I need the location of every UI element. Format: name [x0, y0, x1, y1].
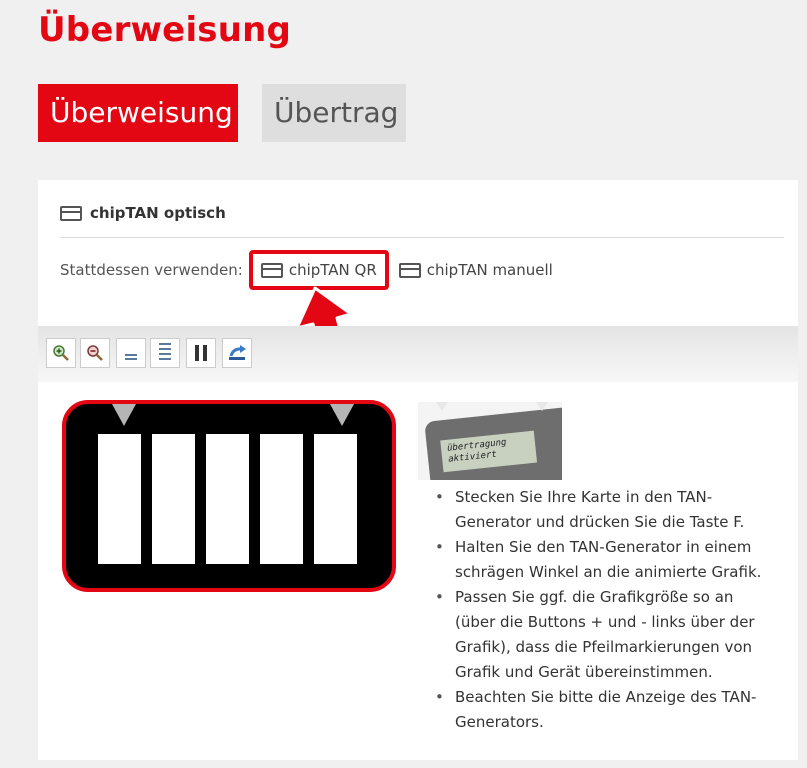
list-item: Stecken Sie Ihre Karte in den TAN-Genera…: [435, 485, 775, 535]
list-item: Halten Sie den TAN-Generator in einem sc…: [435, 535, 775, 585]
tan-generator-image: übertragung aktiviert: [418, 402, 562, 480]
tab-content-gap: [38, 142, 798, 180]
tan-generator-screen: übertragung aktiviert: [440, 430, 538, 473]
zoom-out-button[interactable]: [80, 338, 110, 368]
card-icon: [60, 205, 82, 221]
flicker-bar: [152, 434, 195, 564]
slower-icon: [125, 354, 137, 360]
flicker-graphic: [62, 400, 396, 592]
faster-button[interactable]: [150, 338, 180, 368]
zoom-in-icon: [53, 345, 69, 361]
flicker-bar: [260, 434, 303, 564]
flicker-panel: übertragung aktiviert Stecken Sie Ihre K…: [38, 382, 798, 760]
alternatives-label: Stattdessen verwenden:: [60, 261, 243, 279]
left-arrow-marker: [112, 404, 136, 426]
device-marker: [536, 402, 548, 411]
zoom-in-button[interactable]: [46, 338, 76, 368]
tab-ueberweisung[interactable]: Überweisung: [38, 84, 238, 156]
tab-label: Überweisung: [50, 96, 233, 129]
chiptan-manuell-label: chipTAN manuell: [426, 261, 553, 279]
flicker-bar: [98, 434, 141, 564]
right-arrow-marker: [330, 404, 354, 426]
device-marker: [436, 402, 448, 411]
current-method: chipTAN optisch: [60, 204, 226, 222]
list-item: Passen Sie ggf. die Grafikgröße so an (ü…: [435, 585, 775, 685]
slower-button[interactable]: [116, 338, 146, 368]
instruction-list: Stecken Sie Ihre Karte in den TAN-Genera…: [435, 485, 775, 735]
divider: [60, 237, 784, 238]
chiptan-qr-label: chipTAN QR: [288, 261, 377, 279]
card-icon: [260, 262, 283, 278]
tab-label: Übertrag: [274, 96, 399, 129]
tab-uebertrag[interactable]: Übertrag: [262, 84, 406, 142]
flicker-toolbar: [38, 326, 798, 382]
zoom-out-icon: [87, 345, 103, 361]
pause-icon: [195, 345, 207, 361]
page-title: Überweisung: [38, 10, 292, 50]
pause-button[interactable]: [186, 338, 216, 368]
current-method-label: chipTAN optisch: [90, 204, 226, 222]
card-icon: [398, 262, 421, 278]
list-item: Beachten Sie bitte die Anzeige des TAN-G…: [435, 685, 775, 735]
faster-icon: [159, 343, 171, 360]
flicker-bar: [206, 434, 249, 564]
restart-button[interactable]: [222, 338, 252, 368]
tan-generator-body: übertragung aktiviert: [424, 406, 562, 480]
chiptan-manuell-link[interactable]: chipTAN manuell: [398, 261, 553, 279]
tan-method-panel: chipTAN optisch Stattdessen verwenden: c…: [38, 180, 798, 326]
flicker-bar: [314, 434, 357, 564]
restart-icon: [229, 345, 246, 360]
